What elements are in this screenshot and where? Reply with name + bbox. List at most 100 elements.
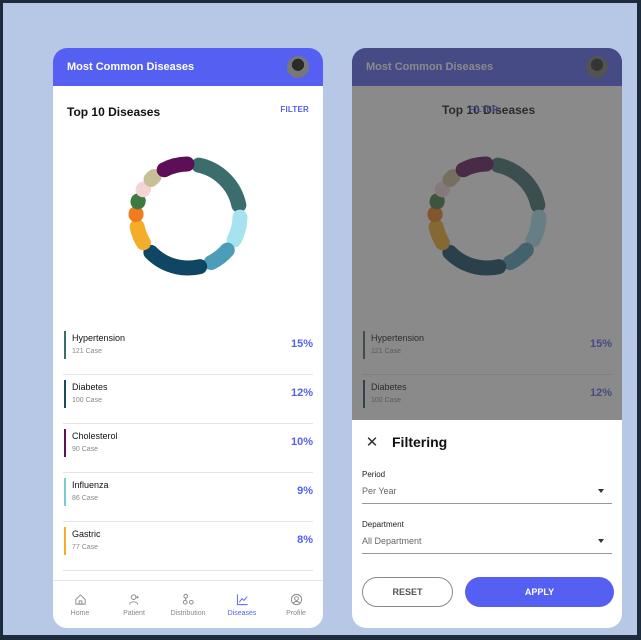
disease-percentage: 8% xyxy=(297,534,313,546)
chevron-down-icon xyxy=(598,489,604,493)
donut-segment-2 xyxy=(128,156,248,276)
donut-segment-1 xyxy=(128,156,248,276)
disease-name: Hypertension xyxy=(371,333,425,343)
section-title: Top 10 Diseases xyxy=(67,105,161,119)
disease-row[interactable]: Influenza 86 Case 9% xyxy=(63,473,313,522)
disease-cases: 90 Case xyxy=(72,446,99,453)
disease-row[interactable]: Gastric 77 Case 8% xyxy=(63,522,313,571)
color-indicator xyxy=(64,527,66,555)
nav-label: Distribution xyxy=(170,609,206,617)
color-indicator xyxy=(363,331,365,359)
chevron-down-icon xyxy=(598,539,604,543)
donut-segment-7 xyxy=(128,156,248,276)
donut-segment-3 xyxy=(128,156,248,276)
donut-segment-6 xyxy=(128,156,248,276)
app-title: Most Common Diseases xyxy=(366,61,494,73)
disease-cases: 121 Case xyxy=(72,348,102,355)
phone-diseases-screen: Most Common Diseases Top 10 Diseases FIL… xyxy=(53,48,323,628)
filter-sheet: ✕ Filtering Period Per Year Department A… xyxy=(352,420,622,628)
bottom-nav: Home Patient Distribution Diseases Profile xyxy=(53,580,323,628)
donut-segment-9 xyxy=(128,156,248,276)
canvas: Most Common Diseases Top 10 Diseases FIL… xyxy=(2,2,638,636)
department-value: All Department xyxy=(362,536,422,546)
donut-segment-6 xyxy=(427,156,547,276)
profile-icon xyxy=(290,593,302,605)
donut-segment-0 xyxy=(427,156,547,276)
chart-icon xyxy=(236,593,248,605)
disease-row[interactable]: Cholesterol 90 Case 10% xyxy=(63,424,313,473)
home-icon xyxy=(74,593,86,605)
donut-segment-8 xyxy=(128,156,248,276)
nav-label: Home xyxy=(70,609,90,617)
filter-button[interactable]: FILTER xyxy=(280,105,309,114)
disease-name: Diabetes xyxy=(371,382,407,392)
sheet-title: Filtering xyxy=(392,434,448,450)
disease-name: Diabetes xyxy=(72,382,108,392)
disease-row[interactable]: Diabetes 100 Case 12% xyxy=(63,375,313,424)
donut-segment-7 xyxy=(427,156,547,276)
distribution-icon xyxy=(182,593,194,605)
app-title: Most Common Diseases xyxy=(67,61,195,73)
period-field: Period Per Year xyxy=(362,470,612,504)
nav-label: Patient xyxy=(123,609,145,617)
disease-percentage: 15% xyxy=(589,338,612,350)
disease-name: Hypertension xyxy=(72,333,126,343)
donut-segment-0 xyxy=(128,156,248,276)
period-value: Per Year xyxy=(362,486,397,496)
department-field: Department All Department xyxy=(362,520,612,554)
nav-item-profile[interactable]: Profile xyxy=(272,593,320,617)
donut-segment-4 xyxy=(427,156,547,276)
donut-segment-3 xyxy=(427,156,547,276)
period-select[interactable]: Per Year xyxy=(362,486,612,504)
section-header: Top 10 Diseases FILTER xyxy=(67,103,309,119)
close-icon[interactable]: ✕ xyxy=(364,433,380,451)
nav-item-home[interactable]: Home xyxy=(56,593,104,617)
phone-filter-screen: Most Common Diseases Top 10 Diseases FIL… xyxy=(352,48,622,628)
disease-name: Cholesterol xyxy=(72,431,118,441)
disease-list: Hypertension 121 Case 15% Diabetes 100 Case 1… xyxy=(362,326,612,424)
disease-row[interactable]: Hypertension 121 Case 15% xyxy=(362,326,612,375)
disease-row[interactable]: Hypertension 121 Case 15% xyxy=(63,326,313,375)
disease-name: Gastric xyxy=(72,529,101,539)
donut-segment-1 xyxy=(427,156,547,276)
disease-percentage: 12% xyxy=(290,387,313,399)
donut-segment-5 xyxy=(427,156,547,276)
disease-name: Influenza xyxy=(72,480,109,490)
donut-segment-9 xyxy=(427,156,547,276)
apply-button[interactable]: APPLY xyxy=(465,577,614,607)
disease-percentage: 15% xyxy=(290,338,313,350)
nav-item-diseases[interactable]: Diseases xyxy=(218,593,266,617)
nav-item-distribution[interactable]: Distribution xyxy=(164,593,212,617)
donut-chart xyxy=(128,156,248,276)
color-indicator xyxy=(64,478,66,506)
donut-chart xyxy=(427,156,547,276)
donut-segment-4 xyxy=(128,156,248,276)
avatar[interactable] xyxy=(287,56,309,78)
disease-list: Hypertension 121 Case 15% Diabetes 100 Case 1… xyxy=(63,326,313,571)
disease-cases: 100 Case xyxy=(371,397,401,404)
disease-cases: 86 Case xyxy=(72,495,99,502)
donut-segment-5 xyxy=(128,156,248,276)
disease-percentage: 10% xyxy=(290,436,313,448)
donut-segment-2 xyxy=(427,156,547,276)
avatar xyxy=(586,56,608,78)
app-bar: Most Common Diseases xyxy=(53,48,323,86)
disease-percentage: 12% xyxy=(589,387,612,399)
disease-percentage: 9% xyxy=(297,485,313,497)
sheet-header: ✕ Filtering xyxy=(364,433,448,451)
app-bar: Most Common Diseases xyxy=(352,48,622,86)
reset-button[interactable]: RESET xyxy=(362,577,453,607)
nav-item-patient[interactable]: Patient xyxy=(110,593,158,617)
patient-icon xyxy=(128,593,139,605)
color-indicator xyxy=(64,331,66,359)
donut-segment-8 xyxy=(427,156,547,276)
disease-cases: 100 Case xyxy=(72,397,102,404)
disease-cases: 77 Case xyxy=(72,544,99,551)
color-indicator xyxy=(64,429,66,457)
color-indicator xyxy=(64,380,66,408)
disease-row[interactable]: Diabetes 100 Case 12% xyxy=(362,375,612,424)
nav-label: Profile xyxy=(286,609,306,617)
filter-button: FILTER xyxy=(469,105,498,114)
disease-cases: 121 Case xyxy=(371,348,401,355)
department-select[interactable]: All Department xyxy=(362,536,612,554)
